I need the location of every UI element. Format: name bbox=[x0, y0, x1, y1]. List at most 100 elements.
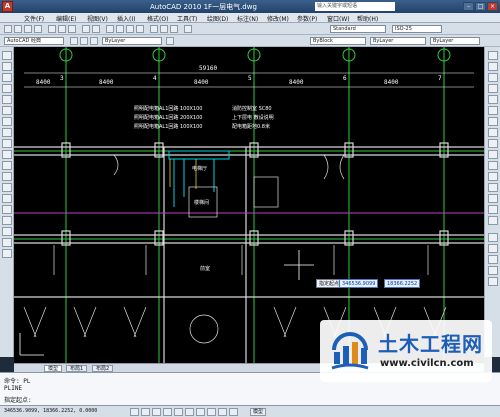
dynamic-input-y[interactable]: 18366.2252 bbox=[384, 279, 421, 288]
dynamic-input-icon[interactable] bbox=[207, 408, 216, 416]
tab-layout1[interactable]: 布局1 bbox=[66, 365, 88, 372]
insert-block-icon[interactable] bbox=[2, 172, 12, 181]
zoom-previous-icon[interactable] bbox=[136, 25, 144, 33]
arc-icon[interactable] bbox=[2, 106, 12, 115]
move-icon[interactable] bbox=[488, 106, 498, 115]
copy-icon[interactable] bbox=[58, 25, 66, 33]
break-icon[interactable] bbox=[488, 172, 498, 181]
join-icon[interactable] bbox=[488, 183, 498, 192]
autocad-logo-icon[interactable]: A bbox=[2, 1, 13, 12]
lineweight-icon[interactable] bbox=[218, 408, 227, 416]
dynamic-ucs-icon[interactable] bbox=[196, 408, 205, 416]
trim-icon[interactable] bbox=[488, 150, 498, 159]
revision-cloud-icon[interactable] bbox=[2, 128, 12, 137]
osnap-intersection-icon[interactable] bbox=[488, 255, 498, 264]
menu-dimension[interactable]: 标注(N) bbox=[237, 14, 258, 23]
rotate-icon[interactable] bbox=[488, 117, 498, 126]
minimize-button[interactable]: – bbox=[463, 2, 474, 11]
multiline-text-icon[interactable] bbox=[2, 249, 12, 258]
command-prompt[interactable]: 指定起点: bbox=[4, 395, 32, 404]
save-icon[interactable] bbox=[24, 25, 32, 33]
ellipse-icon[interactable] bbox=[2, 150, 12, 159]
fillet-icon[interactable] bbox=[488, 205, 498, 214]
menu-window[interactable]: 窗口(W) bbox=[327, 14, 350, 23]
menu-draw[interactable]: 绘图(D) bbox=[207, 14, 228, 23]
menu-format[interactable]: 格式(O) bbox=[147, 14, 168, 23]
grid-display-icon[interactable] bbox=[141, 408, 150, 416]
circle-icon[interactable] bbox=[2, 117, 12, 126]
hatch-icon[interactable] bbox=[2, 205, 12, 214]
chamfer-icon[interactable] bbox=[488, 194, 498, 203]
osnap-midpoint-icon[interactable] bbox=[488, 244, 498, 253]
menu-help[interactable]: 帮助(H) bbox=[357, 14, 378, 23]
search-input[interactable]: 输入关键字或短语 bbox=[315, 2, 395, 11]
rectangle-icon[interactable] bbox=[2, 95, 12, 104]
tab-layout2[interactable]: 布局2 bbox=[92, 365, 114, 372]
dim-style-select[interactable]: ISO-25 bbox=[392, 25, 442, 33]
menu-tools[interactable]: 工具(T) bbox=[177, 14, 197, 23]
osnap-center-icon[interactable] bbox=[488, 266, 498, 275]
point-icon[interactable] bbox=[2, 194, 12, 203]
region-icon[interactable] bbox=[2, 227, 12, 236]
tab-model[interactable]: 模型 bbox=[44, 365, 63, 372]
osnap-perpendicular-icon[interactable] bbox=[488, 277, 498, 286]
osnap-endpoint-icon[interactable] bbox=[488, 233, 498, 242]
model-space-button[interactable]: 模型 bbox=[250, 408, 267, 416]
pan-icon[interactable] bbox=[106, 25, 114, 33]
text-style-select[interactable]: Standard bbox=[330, 25, 386, 33]
properties-icon[interactable] bbox=[150, 25, 158, 33]
workspace-select[interactable]: AutoCAD 经典 bbox=[4, 37, 64, 45]
menu-parametric[interactable]: 参数(P) bbox=[297, 14, 317, 23]
restore-button[interactable]: □ bbox=[475, 2, 486, 11]
sun-icon[interactable] bbox=[90, 37, 98, 45]
make-current-icon[interactable] bbox=[166, 37, 174, 45]
explode-icon[interactable] bbox=[488, 216, 498, 225]
stretch-icon[interactable] bbox=[488, 139, 498, 148]
construction-line-icon[interactable] bbox=[2, 62, 12, 71]
linetype-select[interactable]: ByLayer bbox=[370, 37, 426, 45]
lineweight-select[interactable]: ByLayer bbox=[430, 37, 480, 45]
object-snap-tracking-icon[interactable] bbox=[185, 408, 194, 416]
line-icon[interactable] bbox=[2, 51, 12, 60]
open-icon[interactable] bbox=[14, 25, 22, 33]
new-icon[interactable] bbox=[4, 25, 12, 33]
offset-icon[interactable] bbox=[488, 84, 498, 93]
menu-modify[interactable]: 修改(M) bbox=[267, 14, 289, 23]
menu-view[interactable]: 视图(V) bbox=[87, 14, 108, 23]
dynamic-input-x[interactable]: 346536.9099 bbox=[339, 279, 379, 288]
quick-properties-icon[interactable] bbox=[229, 408, 238, 416]
menu-file[interactable]: 文件(F) bbox=[24, 14, 44, 23]
extend-icon[interactable] bbox=[488, 161, 498, 170]
undo-icon[interactable] bbox=[82, 25, 90, 33]
menu-insert[interactable]: 插入(I) bbox=[117, 14, 135, 23]
erase-icon[interactable] bbox=[488, 51, 498, 60]
make-block-icon[interactable] bbox=[2, 183, 12, 192]
help-icon[interactable] bbox=[184, 25, 192, 33]
cut-icon[interactable] bbox=[48, 25, 56, 33]
zoom-window-icon[interactable] bbox=[126, 25, 134, 33]
array-icon[interactable] bbox=[488, 95, 498, 104]
layer-manager-icon[interactable] bbox=[70, 37, 78, 45]
table-icon[interactable] bbox=[2, 238, 12, 247]
color-select[interactable]: ByBlock bbox=[310, 37, 366, 45]
scale-icon[interactable] bbox=[488, 128, 498, 137]
print-icon[interactable] bbox=[34, 25, 42, 33]
menu-edit[interactable]: 编辑(E) bbox=[56, 14, 76, 23]
polar-tracking-icon[interactable] bbox=[163, 408, 172, 416]
tool-palette-icon[interactable] bbox=[170, 25, 178, 33]
object-snap-icon[interactable] bbox=[174, 408, 183, 416]
lightbulb-icon[interactable] bbox=[80, 37, 88, 45]
snap-mode-icon[interactable] bbox=[130, 408, 139, 416]
ortho-mode-icon[interactable] bbox=[152, 408, 161, 416]
copy-object-icon[interactable] bbox=[488, 62, 498, 71]
close-button[interactable]: × bbox=[487, 2, 498, 11]
layer-select[interactable]: ByLayer bbox=[102, 37, 162, 45]
polyline-icon[interactable] bbox=[2, 73, 12, 82]
design-center-icon[interactable] bbox=[160, 25, 168, 33]
redo-icon[interactable] bbox=[92, 25, 100, 33]
ellipse-arc-icon[interactable] bbox=[2, 161, 12, 170]
drawing-area[interactable]: 3 4 5 6 7 59160 8400 8400 8400 8400 8400… bbox=[14, 47, 484, 363]
zoom-icon[interactable] bbox=[116, 25, 124, 33]
spline-icon[interactable] bbox=[2, 139, 12, 148]
mirror-icon[interactable] bbox=[488, 73, 498, 82]
